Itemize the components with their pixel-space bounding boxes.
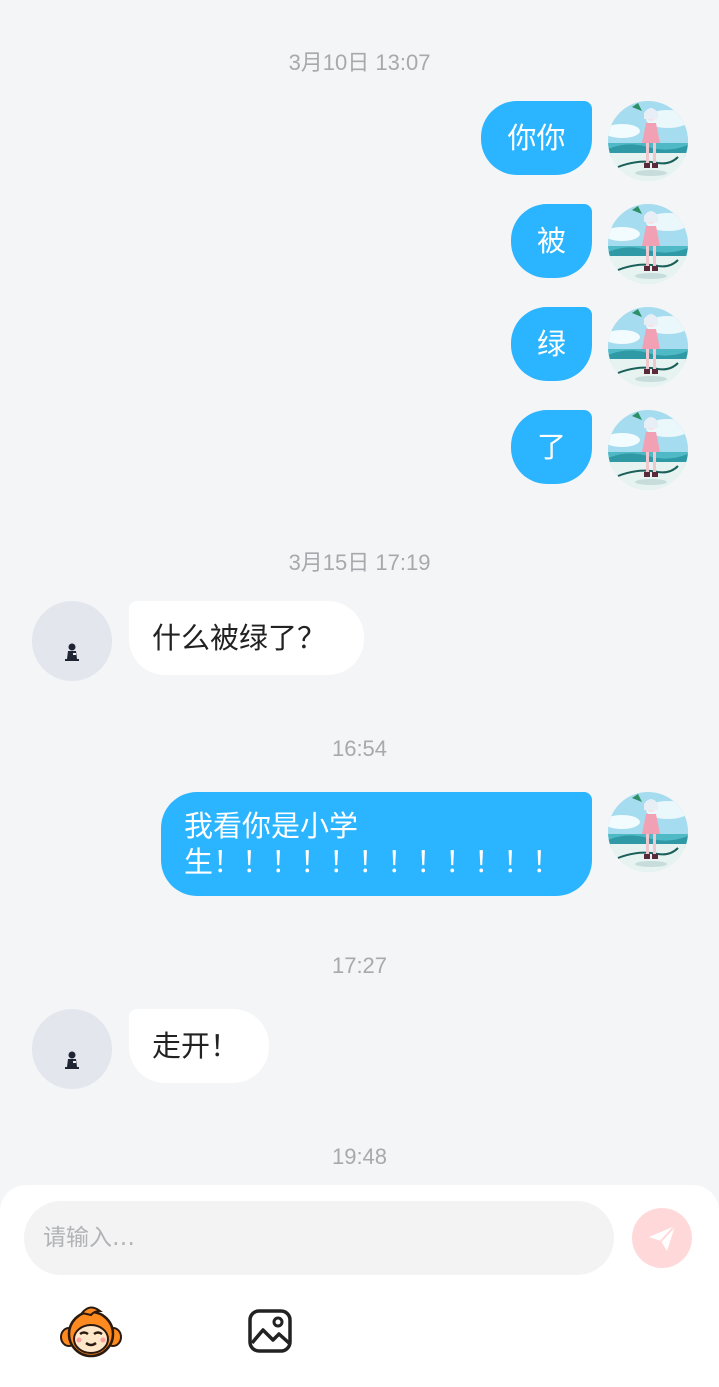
message-text-line: 生！！！！！！！！！！！！ — [184, 845, 562, 879]
image-icon — [248, 1309, 292, 1353]
my-avatar[interactable] — [608, 792, 688, 872]
chat-area[interactable]: 3月10日 13:07 你你 被 绿 了 3月15日 17:19 什么被绿了？ … — [0, 0, 719, 1185]
message-text: 被 — [536, 224, 566, 258]
input-placeholder: 请输入… — [43, 1225, 135, 1251]
message-bubble-received[interactable]: 什么被绿了？ — [129, 601, 364, 675]
timestamp: 16:54 — [331, 736, 388, 761]
message-bubble-sent[interactable]: 你你 — [481, 101, 592, 175]
avatar-image — [608, 204, 688, 284]
timestamp: 17:27 — [331, 953, 388, 978]
avatar-image — [32, 1009, 112, 1089]
message-text: 你你 — [507, 121, 566, 155]
message-text: 了 — [536, 430, 566, 464]
message-composer: 请输入… — [0, 1185, 719, 1387]
send-icon — [649, 1225, 676, 1251]
my-avatar[interactable] — [608, 204, 688, 284]
message-text: 什么被绿了？ — [152, 621, 327, 655]
image-button[interactable] — [246, 1307, 294, 1355]
timestamp: 3月10日 13:07 — [288, 50, 431, 75]
contact-avatar[interactable] — [32, 1009, 112, 1089]
send-button[interactable] — [632, 1208, 692, 1268]
emoji-button[interactable] — [60, 1301, 122, 1361]
message-bubble-sent[interactable]: 我看你是小学 生！！！！！！！！！！！！ — [161, 792, 592, 896]
avatar-image — [608, 307, 688, 387]
message-bubble-received[interactable]: 走开！ — [129, 1009, 269, 1083]
my-avatar[interactable] — [608, 307, 688, 387]
contact-avatar[interactable] — [32, 601, 112, 681]
timestamp: 3月15日 17:19 — [288, 550, 431, 575]
message-text-line: 我看你是小学 — [184, 809, 359, 843]
message-input[interactable]: 请输入… — [24, 1201, 614, 1275]
message-text: 走开！ — [152, 1029, 240, 1063]
message-text: 绿 — [536, 327, 566, 361]
avatar-image — [608, 410, 688, 490]
message-bubble-sent[interactable]: 被 — [511, 204, 592, 278]
monkey-emoji-icon — [60, 1306, 122, 1358]
message-bubble-sent[interactable]: 了 — [511, 410, 592, 484]
my-avatar[interactable] — [608, 101, 688, 181]
avatar-image — [32, 601, 112, 681]
avatar-image — [608, 101, 688, 181]
my-avatar[interactable] — [608, 410, 688, 490]
avatar-image — [608, 792, 688, 872]
timestamp: 19:48 — [331, 1144, 388, 1169]
message-bubble-sent[interactable]: 绿 — [511, 307, 592, 381]
